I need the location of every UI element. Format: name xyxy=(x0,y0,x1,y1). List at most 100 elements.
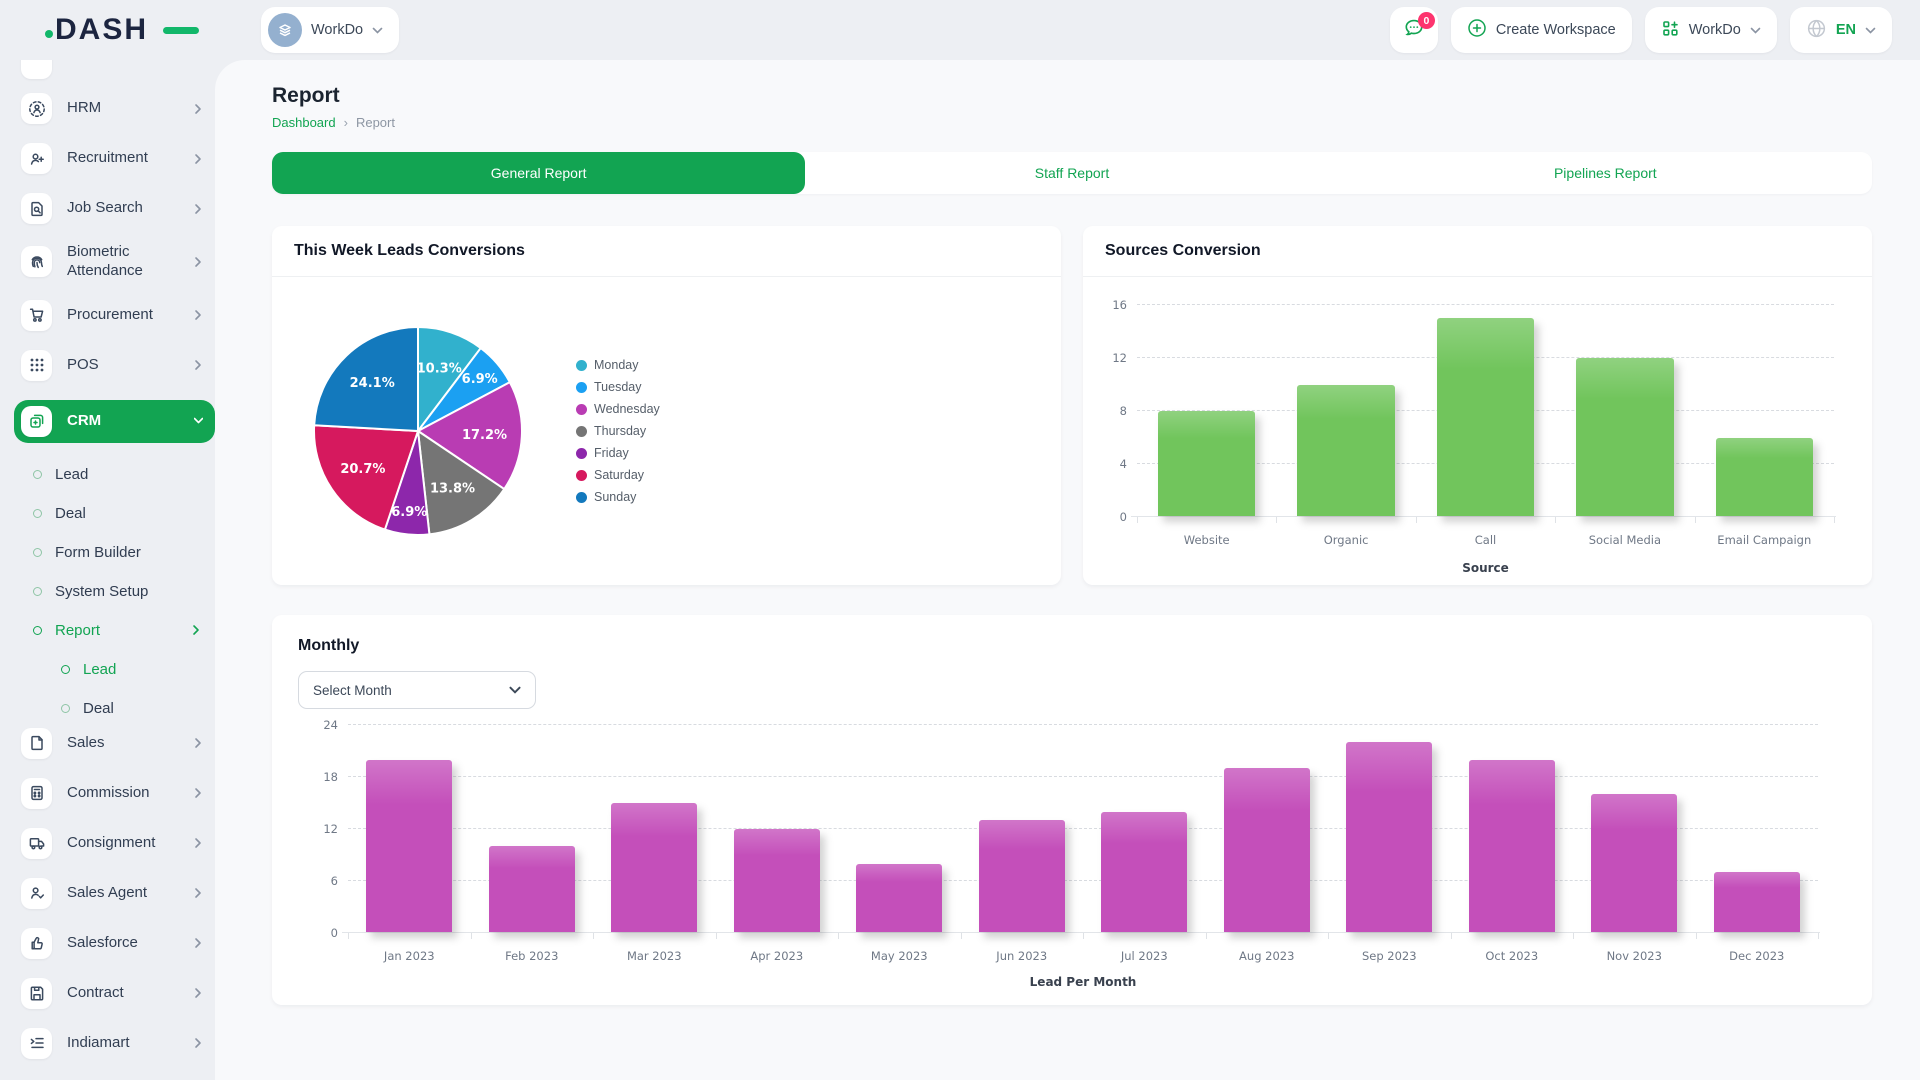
x-tick-label-feb-2023: Feb 2023 xyxy=(505,949,558,963)
sidebar-subitem-label: Lead xyxy=(55,466,201,483)
sidebar-item-crm[interactable]: CRM xyxy=(14,400,215,443)
x-axis-tick xyxy=(716,933,717,939)
pie-slice-value-label: 17.2% xyxy=(462,428,507,443)
x-tick-label-apr-2023: Apr 2023 xyxy=(750,949,803,963)
dash-logo[interactable]: DASH xyxy=(55,13,213,47)
legend-item-wednesday[interactable]: Wednesday xyxy=(576,402,660,416)
circle-bullet-icon xyxy=(33,470,42,479)
pie-slice-value-label: 20.7% xyxy=(340,462,385,477)
sidebar-item-label: Biometric Attendance xyxy=(67,243,179,281)
workspace-menu-label: WorkDo xyxy=(1689,22,1741,38)
gridline-y-16 xyxy=(1137,304,1834,305)
y-tick-label: 4 xyxy=(1091,457,1127,471)
x-axis-tick xyxy=(1695,517,1696,523)
sidebar-item-label: Salesforce xyxy=(67,934,179,953)
sidebar-item-label: POS xyxy=(67,356,179,375)
page-title: Report xyxy=(272,84,1872,108)
x-tick-label-email-campaign: Email Campaign xyxy=(1717,533,1811,547)
x-axis-tick xyxy=(1555,517,1556,523)
sidebar-item-partial[interactable] xyxy=(21,60,215,79)
y-tick-label: 24 xyxy=(298,718,338,732)
messages-button[interactable]: 0 xyxy=(1390,7,1438,53)
sidebar-item-pos[interactable]: POS xyxy=(21,350,215,381)
chevron-right-icon xyxy=(194,987,203,999)
sidebar-item-label: Job Search xyxy=(67,199,179,218)
sidebar-item-sales-agent[interactable]: Sales Agent xyxy=(21,878,215,909)
tab-pipelines-report[interactable]: Pipelines Report xyxy=(1339,152,1872,194)
chevron-right-icon xyxy=(194,1037,203,1049)
x-tick-label-website: Website xyxy=(1184,533,1230,547)
sidebar-item-indiamart[interactable]: Indiamart xyxy=(21,1028,215,1059)
x-axis-tick xyxy=(471,933,472,939)
y-tick-label: 8 xyxy=(1091,404,1127,418)
sidebar-item-commission[interactable]: Commission xyxy=(21,778,215,809)
sidebar-item-procurement[interactable]: Procurement xyxy=(21,300,215,331)
x-tick-label-jun-2023: Jun 2023 xyxy=(996,949,1047,963)
breadcrumb-current: Report xyxy=(356,115,395,130)
breadcrumb-dashboard-link[interactable]: Dashboard xyxy=(272,115,336,130)
legend-item-sunday[interactable]: Sunday xyxy=(576,490,660,504)
sidebar-item-label: HRM xyxy=(67,99,179,118)
sources-chart-area: 0481216WebsiteOrganicCallSocial MediaEma… xyxy=(1083,277,1872,585)
workspace-switcher[interactable]: WorkDo xyxy=(261,7,399,53)
menu-icon xyxy=(21,60,52,79)
sidebar-subsubitem-deal[interactable]: Deal xyxy=(21,689,215,728)
pie-slice-value-label: 6.9% xyxy=(391,505,427,520)
chevron-right-icon xyxy=(194,309,203,321)
bar-aug-2023 xyxy=(1224,768,1310,932)
tab-general-report[interactable]: General Report xyxy=(272,152,805,194)
sidebar-item-hrm[interactable]: HRM xyxy=(21,93,215,124)
sidebar-item-label: CRM xyxy=(67,412,179,431)
sidebar-subitem-system-setup[interactable]: System Setup xyxy=(21,572,215,611)
x-axis-line xyxy=(342,932,1820,933)
pie-legend: Monday Tuesday Wednesday Thursday Friday Satu… xyxy=(576,358,660,504)
legend-item-monday[interactable]: Monday xyxy=(576,358,660,372)
x-axis-tick xyxy=(1137,517,1138,523)
legend-label: Tuesday xyxy=(594,380,641,394)
sidebar-subitem-form-builder[interactable]: Form Builder xyxy=(21,533,215,572)
legend-item-saturday[interactable]: Saturday xyxy=(576,468,660,482)
sidebar-subitem-lead[interactable]: Lead xyxy=(21,455,215,494)
globe-icon xyxy=(1806,18,1827,43)
legend-color-dot xyxy=(576,448,587,459)
circle-bullet-icon xyxy=(33,587,42,596)
legend-item-thursday[interactable]: Thursday xyxy=(576,424,660,438)
sidebar-item-biometric-attendance[interactable]: Biometric Attendance xyxy=(21,243,215,281)
y-tick-label: 16 xyxy=(1091,298,1127,312)
sidebar-subsubitem-lead[interactable]: Lead xyxy=(21,650,215,689)
legend-label: Wednesday xyxy=(594,402,660,416)
legend-item-tuesday[interactable]: Tuesday xyxy=(576,380,660,394)
x-tick-label-may-2023: May 2023 xyxy=(871,949,928,963)
sidebar-subitem-report[interactable]: Report xyxy=(21,611,215,650)
card-title-sources: Sources Conversion xyxy=(1083,226,1872,277)
bar-jun-2023 xyxy=(979,820,1065,932)
legend-label: Sunday xyxy=(594,490,636,504)
legend-item-friday[interactable]: Friday xyxy=(576,446,660,460)
month-select[interactable]: Select Month xyxy=(298,671,536,709)
pie-slice-value-label: 10.3% xyxy=(417,361,462,376)
sales-agent-icon xyxy=(21,878,52,909)
sidebar-item-sales[interactable]: Sales xyxy=(21,728,215,759)
sidebar-item-recruitment[interactable]: Recruitment xyxy=(21,143,215,174)
workspace-switcher-label: WorkDo xyxy=(311,22,363,38)
bar-call xyxy=(1437,318,1535,516)
legend-color-dot xyxy=(576,470,587,481)
sidebar-item-consignment[interactable]: Consignment xyxy=(21,828,215,859)
workspace-menu-button[interactable]: WorkDo xyxy=(1645,7,1777,53)
bar-mar-2023 xyxy=(611,803,697,932)
sidebar-item-contract[interactable]: Contract xyxy=(21,978,215,1009)
language-button[interactable]: EN xyxy=(1790,7,1892,53)
sidebar-item-job-search[interactable]: Job Search xyxy=(21,193,215,224)
sidebar-item-salesforce[interactable]: Salesforce xyxy=(21,928,215,959)
x-axis-tick xyxy=(1083,933,1084,939)
card-monthly: Monthly Select Month 06121824Jan 2023Feb… xyxy=(272,615,1872,1005)
sidebar: HRM Recruitment Job Search Biometric Attend… xyxy=(0,60,215,1080)
pos-icon xyxy=(21,350,52,381)
legend-color-dot xyxy=(576,382,587,393)
sidebar-subitem-label: Form Builder xyxy=(55,544,201,561)
create-workspace-button[interactable]: Create Workspace xyxy=(1451,7,1632,53)
tab-staff-report[interactable]: Staff Report xyxy=(805,152,1338,194)
sidebar-subitem-deal[interactable]: Deal xyxy=(21,494,215,533)
y-tick-label: 18 xyxy=(298,770,338,784)
legend-color-dot xyxy=(576,360,587,371)
